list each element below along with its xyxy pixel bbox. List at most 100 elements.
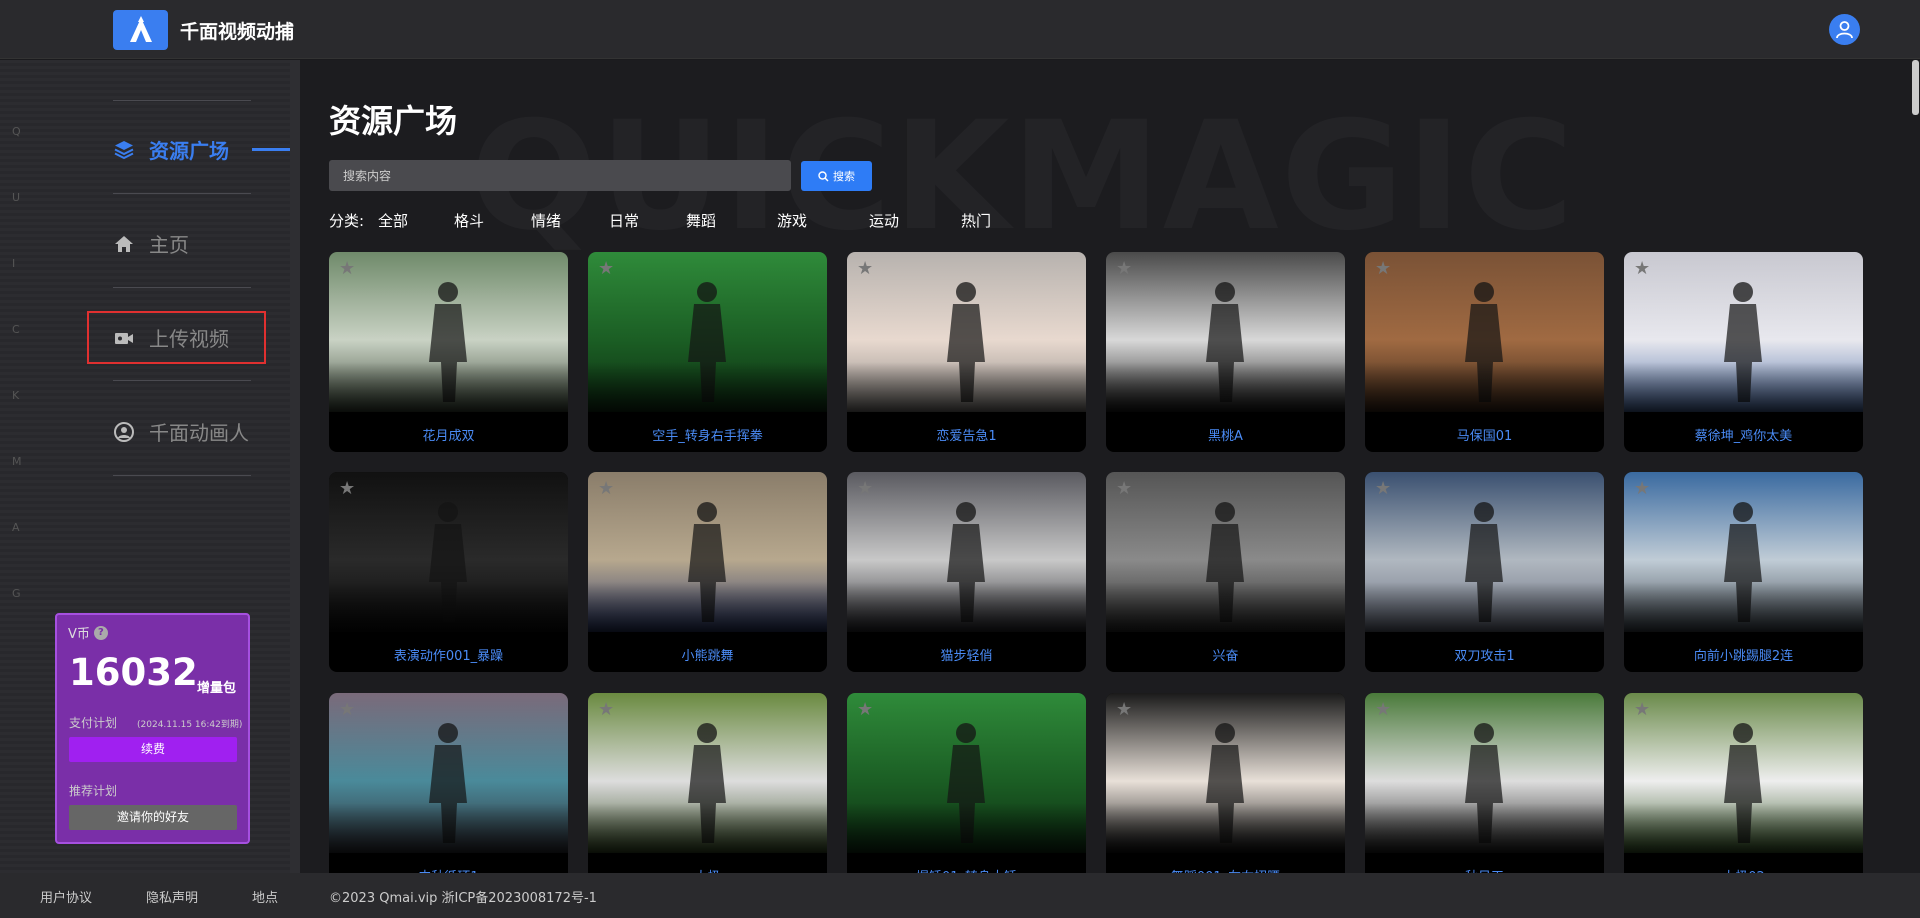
thumbnail-fade — [1624, 803, 1863, 863]
category-dance[interactable]: 舞蹈 — [686, 210, 716, 231]
sidebar-item-label: 资源广场 — [149, 139, 229, 163]
favorite-star-icon[interactable]: ★ — [1634, 258, 1650, 279]
video-card-title[interactable]: 秋日天 — [1365, 866, 1604, 873]
video-card-title[interactable]: 蔡徐坤_鸡你太美 — [1624, 425, 1863, 444]
video-card[interactable]: ★ 马保国01 — [1365, 252, 1604, 452]
sidebar-divider — [113, 380, 251, 381]
user-circle-icon — [114, 421, 134, 442]
video-card[interactable]: ★ 小熊跳舞 — [588, 472, 827, 672]
category-sports[interactable]: 运动 — [869, 210, 899, 231]
favorite-star-icon[interactable]: ★ — [339, 478, 355, 499]
favorite-star-icon[interactable]: ★ — [1116, 478, 1132, 499]
sidebar-item-home[interactable]: 主页 — [113, 229, 189, 258]
video-card-title[interactable]: 马保国01 — [1365, 425, 1604, 444]
video-card-title[interactable]: 爆锤01_转身大锤 — [847, 866, 1086, 873]
video-card-title[interactable]: 花月成双 — [329, 425, 568, 444]
favorite-star-icon[interactable]: ★ — [339, 699, 355, 720]
search-input[interactable] — [329, 160, 791, 191]
scrollbar-track[interactable] — [1911, 60, 1920, 873]
video-card[interactable]: ★ 黑桃A — [1106, 252, 1345, 452]
category-game[interactable]: 游戏 — [777, 210, 807, 231]
favorite-star-icon[interactable]: ★ — [1375, 478, 1391, 499]
sidebar-divider — [113, 287, 251, 288]
video-card-title[interactable]: 向前小跳踢腿2连 — [1624, 645, 1863, 664]
video-card-title[interactable]: 舞蹈001_左右招腰 — [1106, 866, 1345, 873]
video-card-title[interactable]: 双刀攻击1 — [1365, 645, 1604, 664]
video-card[interactable]: ★ 向前小跳踢腿2连 — [1624, 472, 1863, 672]
top-bar: 千面视频动捕 — [0, 0, 1920, 59]
video-card-title[interactable]: 小熊跳舞 — [588, 645, 827, 664]
footer-terms-link[interactable]: 用户协议 — [40, 887, 92, 906]
video-card[interactable]: ★ 猫步轻俏 — [847, 472, 1086, 672]
favorite-star-icon[interactable]: ★ — [1116, 258, 1132, 279]
video-card[interactable]: ★ 舞蹈001_左右招腰 — [1106, 693, 1345, 873]
video-card[interactable]: ★ 花月成双 — [329, 252, 568, 452]
video-card[interactable]: ★ 蔡徐坤_鸡你太美 — [1624, 252, 1863, 452]
highlight-frame — [87, 311, 266, 364]
page-title: 资源广场 — [329, 102, 458, 140]
favorite-star-icon[interactable]: ★ — [339, 258, 355, 279]
video-card[interactable]: ★ 中秋循环1 — [329, 693, 568, 873]
video-card-title[interactable]: 猫步轻俏 — [847, 645, 1086, 664]
favorite-star-icon[interactable]: ★ — [598, 699, 614, 720]
video-card[interactable]: ★ 爆锤01_转身大锤 — [847, 693, 1086, 873]
video-card-title[interactable]: 兴奋 — [1106, 645, 1345, 664]
favorite-star-icon[interactable]: ★ — [857, 699, 873, 720]
video-card-title[interactable]: 黑桃A — [1106, 425, 1345, 444]
video-card-title[interactable]: 空手_转身右手挥拳 — [588, 425, 827, 444]
thumbnail-fade — [1624, 362, 1863, 422]
favorite-star-icon[interactable]: ★ — [1375, 258, 1391, 279]
favorite-star-icon[interactable]: ★ — [598, 258, 614, 279]
video-card[interactable]: ★ 兴奋 — [1106, 472, 1345, 672]
sidebar-letter: Q — [12, 125, 21, 138]
video-card[interactable]: ★ 空手_转身右手挥拳 — [588, 252, 827, 452]
thumbnail-fade — [588, 582, 827, 642]
category-daily[interactable]: 日常 — [609, 210, 639, 231]
video-card[interactable]: ★ 秋日天 — [1365, 693, 1604, 873]
pay-plan-date: (2024.11.15 16:42到期) — [137, 720, 243, 730]
pay-plan-label: 支付计划 — [69, 716, 118, 730]
favorite-star-icon[interactable]: ★ — [857, 258, 873, 279]
category-emotion[interactable]: 情绪 — [531, 210, 561, 231]
favorite-star-icon[interactable]: ★ — [1634, 478, 1650, 499]
footer-privacy-link[interactable]: 隐私声明 — [146, 887, 198, 906]
footer-location-link[interactable]: 地点 — [252, 887, 278, 906]
sidebar-divider — [113, 475, 251, 476]
search-button[interactable]: 搜索 — [801, 161, 872, 191]
invite-friends-button[interactable]: 邀请你的好友 — [69, 805, 237, 830]
search-button-label: 搜索 — [833, 170, 855, 183]
favorite-star-icon[interactable]: ★ — [857, 478, 873, 499]
scrollbar-thumb[interactable] — [1912, 60, 1919, 115]
thumbnail-fade — [329, 803, 568, 863]
sidebar-item-avatar[interactable]: 千面动画人 — [113, 417, 249, 446]
video-card-title[interactable]: 太极02 — [1624, 866, 1863, 873]
sidebar-item-resource-square[interactable]: 资源广场 — [113, 135, 229, 164]
user-avatar-icon[interactable] — [1829, 14, 1860, 45]
help-icon[interactable]: ? — [93, 625, 108, 640]
logo-icon[interactable] — [113, 10, 168, 50]
video-card[interactable]: ★ 太极 — [588, 693, 827, 873]
thumbnail-fade — [1106, 362, 1345, 422]
video-card[interactable]: ★ 双刀攻击1 — [1365, 472, 1604, 672]
sidebar-letter: C — [12, 323, 20, 336]
video-card-title[interactable]: 中秋循环1 — [329, 866, 568, 873]
favorite-star-icon[interactable]: ★ — [598, 478, 614, 499]
main-content: QUICKMAGIC 资源广场 搜索 分类: 全部 格斗 情绪 日常 舞蹈 游戏… — [300, 60, 1920, 873]
thumbnail-fade — [1106, 803, 1345, 863]
sidebar-letter: U — [12, 191, 21, 204]
category-fighting[interactable]: 格斗 — [454, 210, 484, 231]
search-icon — [818, 170, 829, 181]
video-card-title[interactable]: 太极 — [588, 866, 827, 873]
video-card[interactable]: ★ 表演动作001_暴躁 — [329, 472, 568, 672]
category-hot[interactable]: 热门 — [961, 210, 991, 231]
favorite-star-icon[interactable]: ★ — [1634, 699, 1650, 720]
favorite-star-icon[interactable]: ★ — [1375, 699, 1391, 720]
video-card[interactable]: ★ 太极02 — [1624, 693, 1863, 873]
favorite-star-icon[interactable]: ★ — [1116, 699, 1132, 720]
video-card-title[interactable]: 恋爱告急1 — [847, 425, 1086, 444]
category-all[interactable]: 全部 — [378, 210, 408, 231]
video-card[interactable]: ★ 恋爱告急1 — [847, 252, 1086, 452]
video-card-title[interactable]: 表演动作001_暴躁 — [329, 645, 568, 664]
sidebar-edge — [290, 60, 300, 873]
renew-button[interactable]: 续费 — [69, 737, 237, 762]
